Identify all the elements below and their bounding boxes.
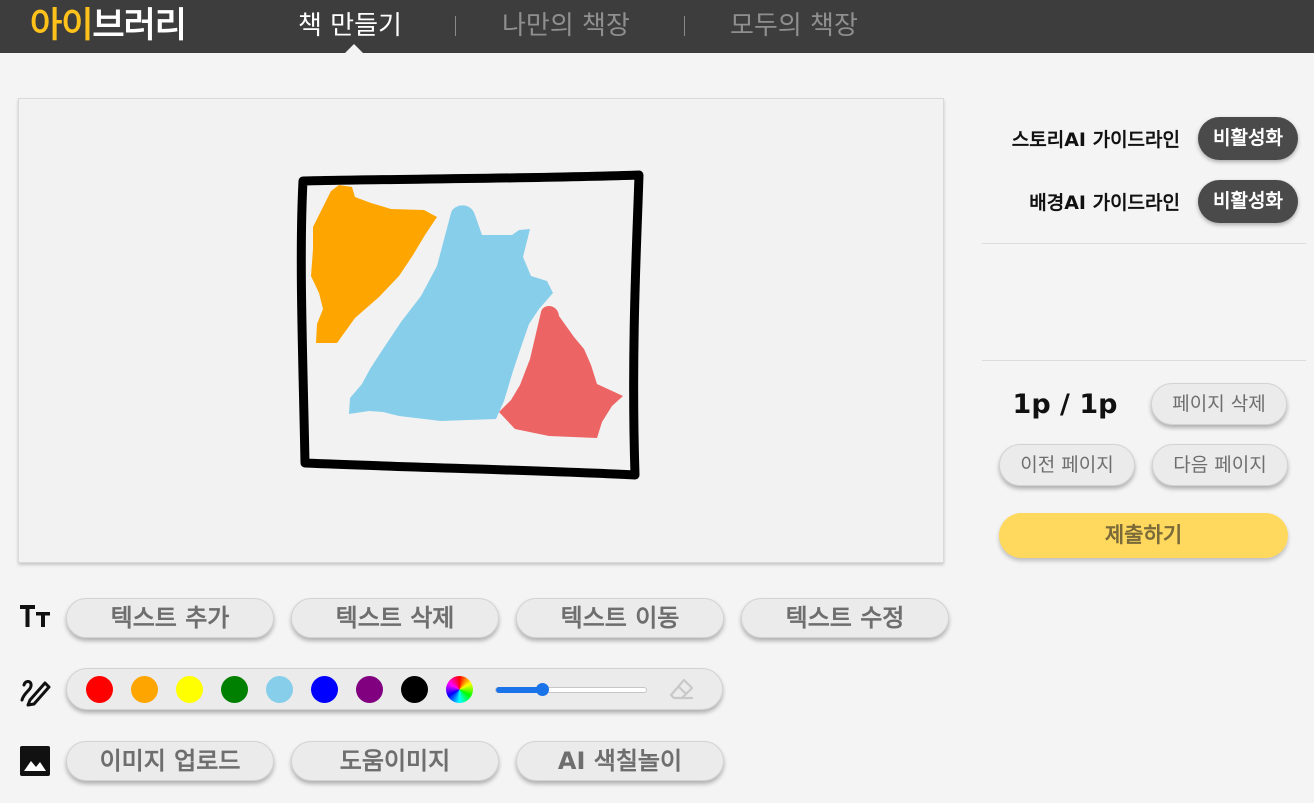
brush-size-fill (496, 687, 542, 693)
background-ai-guideline-label: 배경AI 가이드라인 (1029, 192, 1180, 214)
app-logo[interactable]: 아이브러리 (30, 2, 187, 50)
drawing-layer (296, 170, 644, 480)
color-swatch-yellow[interactable] (176, 676, 203, 703)
story-ai-toggle-button[interactable]: 비활성화 (1198, 117, 1298, 160)
color-swatch-purple[interactable] (356, 676, 383, 703)
drawing-canvas[interactable] (18, 98, 944, 563)
panel-divider (982, 360, 1306, 361)
upload-image-button[interactable]: 이미지 업로드 (66, 741, 274, 781)
nav-separator (684, 16, 685, 36)
image-icon (18, 744, 52, 778)
next-page-button[interactable]: 다음 페이지 (1152, 444, 1288, 486)
edit-text-button[interactable]: 텍스트 수정 (741, 598, 949, 638)
pen-icon (18, 674, 52, 708)
move-text-button[interactable]: 텍스트 이동 (516, 598, 724, 638)
color-swatch-red[interactable] (86, 676, 113, 703)
brush-size-thumb[interactable] (535, 683, 549, 696)
color-wheel-icon[interactable] (446, 676, 473, 703)
panel-divider (982, 243, 1306, 244)
story-ai-guideline-label: 스토리AI 가이드라인 (1011, 129, 1180, 151)
top-navigation-bar: 아이브러리 책 만들기 나만의 책장 모두의 책장 (0, 0, 1314, 53)
text-size-icon (18, 598, 52, 632)
color-swatch-black[interactable] (401, 676, 428, 703)
submit-button[interactable]: 제출하기 (999, 513, 1288, 558)
nav-tab-my-bookshelf[interactable]: 나만의 책장 (502, 0, 630, 53)
page-indicator: 1p / 1p (1012, 389, 1118, 420)
background-ai-toggle-button[interactable]: 비활성화 (1198, 180, 1298, 223)
nav-separator (455, 16, 456, 36)
delete-text-button[interactable]: 텍스트 삭제 (291, 598, 499, 638)
eraser-icon[interactable] (669, 677, 695, 701)
color-swatch-blue[interactable] (311, 676, 338, 703)
color-swatch-sky-blue[interactable] (266, 676, 293, 703)
color-palette (66, 668, 723, 710)
previous-page-button[interactable]: 이전 페이지 (999, 444, 1135, 486)
delete-page-button[interactable]: 페이지 삭제 (1151, 383, 1287, 425)
color-swatch-orange[interactable] (131, 676, 158, 703)
helper-image-button[interactable]: 도움이미지 (291, 741, 499, 781)
active-tab-indicator (345, 44, 363, 53)
add-text-button[interactable]: 텍스트 추가 (66, 598, 274, 638)
ai-coloring-button[interactable]: AI 색칠놀이 (516, 741, 724, 781)
brush-size-slider[interactable] (495, 683, 647, 696)
color-swatch-green[interactable] (221, 676, 248, 703)
nav-tab-everyone-bookshelf[interactable]: 모두의 책장 (730, 0, 858, 53)
